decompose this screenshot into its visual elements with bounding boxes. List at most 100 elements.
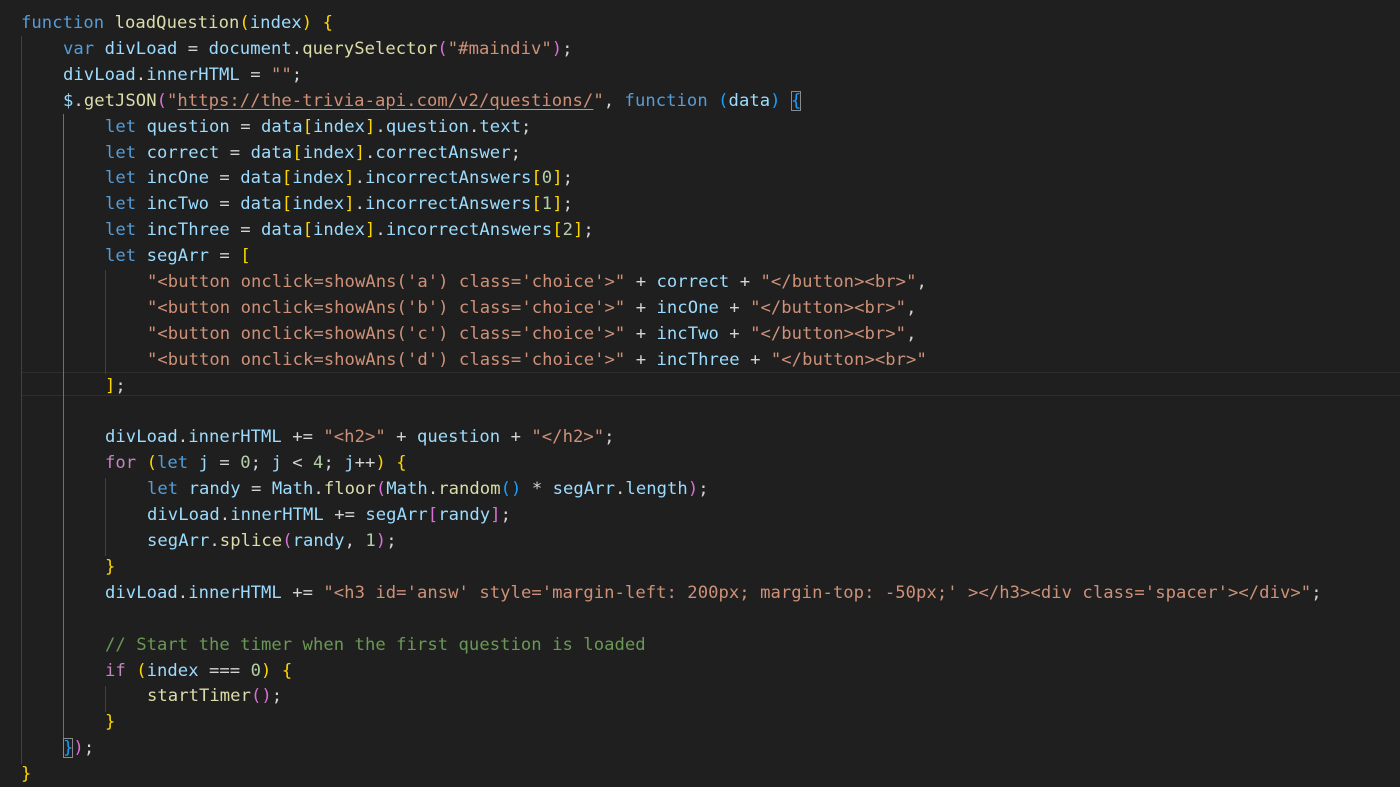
code-token: 0 <box>240 453 251 474</box>
code-token: 0 <box>250 660 262 681</box>
code-token: "#maindiv" <box>447 38 552 59</box>
code-token: document <box>208 38 292 59</box>
code-token: innerHTML <box>230 505 324 526</box>
code-line[interactable]: let question = data[index].question.text… <box>105 114 531 140</box>
code-token: 0 <box>541 168 553 189</box>
code-token: = <box>209 453 241 474</box>
code-token: floor <box>323 479 376 500</box>
code-token: + <box>625 297 657 318</box>
code-line[interactable]: var divLoad = document.querySelector("#m… <box>63 36 573 62</box>
code-line[interactable]: startTimer(); <box>147 683 282 709</box>
code-token: ; <box>562 168 574 189</box>
code-token: . <box>365 142 376 163</box>
code-line[interactable]: } <box>105 709 115 735</box>
code-token: ; <box>1311 582 1322 603</box>
code-line[interactable]: ]; <box>105 373 126 399</box>
indent-guide-function <box>21 36 22 764</box>
code-token: "<button onclick=showAns('b') class='cho… <box>147 297 626 318</box>
code-line[interactable]: } <box>105 554 115 580</box>
code-token: } <box>105 712 116 733</box>
code-line[interactable]: let incOne = data[index].incorrectAnswer… <box>105 165 573 191</box>
code-token: ; <box>386 531 397 551</box>
code-token: "</button><br>" <box>770 349 927 370</box>
code-token: segArr <box>146 246 209 267</box>
code-token: { <box>281 660 293 681</box>
code-token: index <box>313 116 365 137</box>
code-line[interactable]: let incTwo = data[index].incorrectAnswer… <box>105 191 573 217</box>
code-token: ( <box>718 90 729 111</box>
code-token: j <box>344 453 355 474</box>
code-token: [ <box>531 194 542 215</box>
code-token: ( <box>136 660 147 681</box>
code-token: j <box>198 453 210 474</box>
code-editor[interactable]: function loadQuestion(index) {var divLoa… <box>0 0 1400 786</box>
code-line[interactable]: for (let j = 0; j < 4; j++) { <box>105 450 407 476</box>
code-line[interactable]: divLoad.innerHTML = ""; <box>63 62 302 88</box>
code-line[interactable]: }); <box>63 735 94 761</box>
current-line-highlight <box>21 372 1400 396</box>
code-token: [ <box>427 505 439 526</box>
code-token: data <box>261 220 303 241</box>
code-line[interactable]: // Start the timer when the first questi… <box>105 632 646 658</box>
code-token: = <box>219 142 251 163</box>
code-token: + <box>625 272 657 292</box>
code-token: index <box>146 660 199 681</box>
code-token: ) <box>687 479 699 500</box>
code-token: . <box>354 194 366 215</box>
code-token: ) <box>261 686 272 707</box>
code-token: + <box>718 323 751 344</box>
code-line[interactable]: function loadQuestion(index) { <box>21 10 333 36</box>
code-token: var <box>63 38 95 59</box>
code-token: incorrectAnswers <box>385 220 553 241</box>
code-token: ; <box>521 116 532 137</box>
code-token: ; <box>510 142 521 163</box>
code-line[interactable]: let correct = data[index].correctAnswer; <box>105 140 521 166</box>
code-token: index <box>292 168 345 189</box>
code-line[interactable]: let segArr = [ <box>105 243 251 269</box>
code-token: ; <box>500 505 511 526</box>
code-line[interactable]: divLoad.innerHTML += segArr[randy]; <box>147 502 511 528</box>
code-token: ) <box>375 453 386 474</box>
code-line[interactable]: "<button onclick=showAns('b') class='cho… <box>147 295 916 321</box>
code-line[interactable]: $.getJSON("https://the-trivia-api.com/v2… <box>63 88 802 114</box>
code-token: divLoad <box>147 505 220 526</box>
code-token: divLoad <box>105 427 178 448</box>
code-token: let <box>105 246 137 267</box>
code-token: j <box>271 453 282 474</box>
code-line[interactable]: divLoad.innerHTML += "<h2>" + question +… <box>105 424 615 450</box>
code-token: < <box>281 453 314 474</box>
code-token: . <box>291 38 303 59</box>
code-token: ; <box>271 686 283 707</box>
code-token: ; <box>562 38 573 59</box>
code-line[interactable]: if (index === 0) { <box>105 658 292 684</box>
code-token: [ <box>281 168 293 189</box>
code-token: ( <box>437 38 448 59</box>
code-line[interactable]: let incThree = data[index].incorrectAnsw… <box>105 217 594 243</box>
code-token: 1 <box>541 194 553 215</box>
code-line[interactable]: segArr.splice(randy, 1); <box>147 528 397 554</box>
code-line[interactable]: "<button onclick=showAns('d') class='cho… <box>147 347 927 373</box>
code-line[interactable]: "<button onclick=showAns('c') class='cho… <box>147 321 916 347</box>
code-token: . <box>375 220 386 241</box>
code-token: . <box>313 479 324 500</box>
code-token: " <box>167 90 178 111</box>
code-token: incThree <box>656 349 740 370</box>
indent-guide-for-loop <box>105 478 106 556</box>
code-token: [ <box>302 116 313 137</box>
code-token: if <box>105 660 126 681</box>
code-token: ] <box>365 220 376 241</box>
code-line[interactable]: } <box>21 761 31 787</box>
code-token: ] <box>344 168 355 189</box>
code-token: + <box>625 323 657 344</box>
code-line[interactable]: let randy = Math.floor(Math.random() * s… <box>147 476 709 502</box>
code-token: divLoad <box>105 582 178 603</box>
code-token: { <box>396 453 407 474</box>
code-line[interactable]: "<button onclick=showAns('a') class='cho… <box>147 269 927 295</box>
code-token: ) <box>511 479 522 500</box>
code-line[interactable]: divLoad.innerHTML += "<h3 id='answ' styl… <box>105 580 1322 606</box>
